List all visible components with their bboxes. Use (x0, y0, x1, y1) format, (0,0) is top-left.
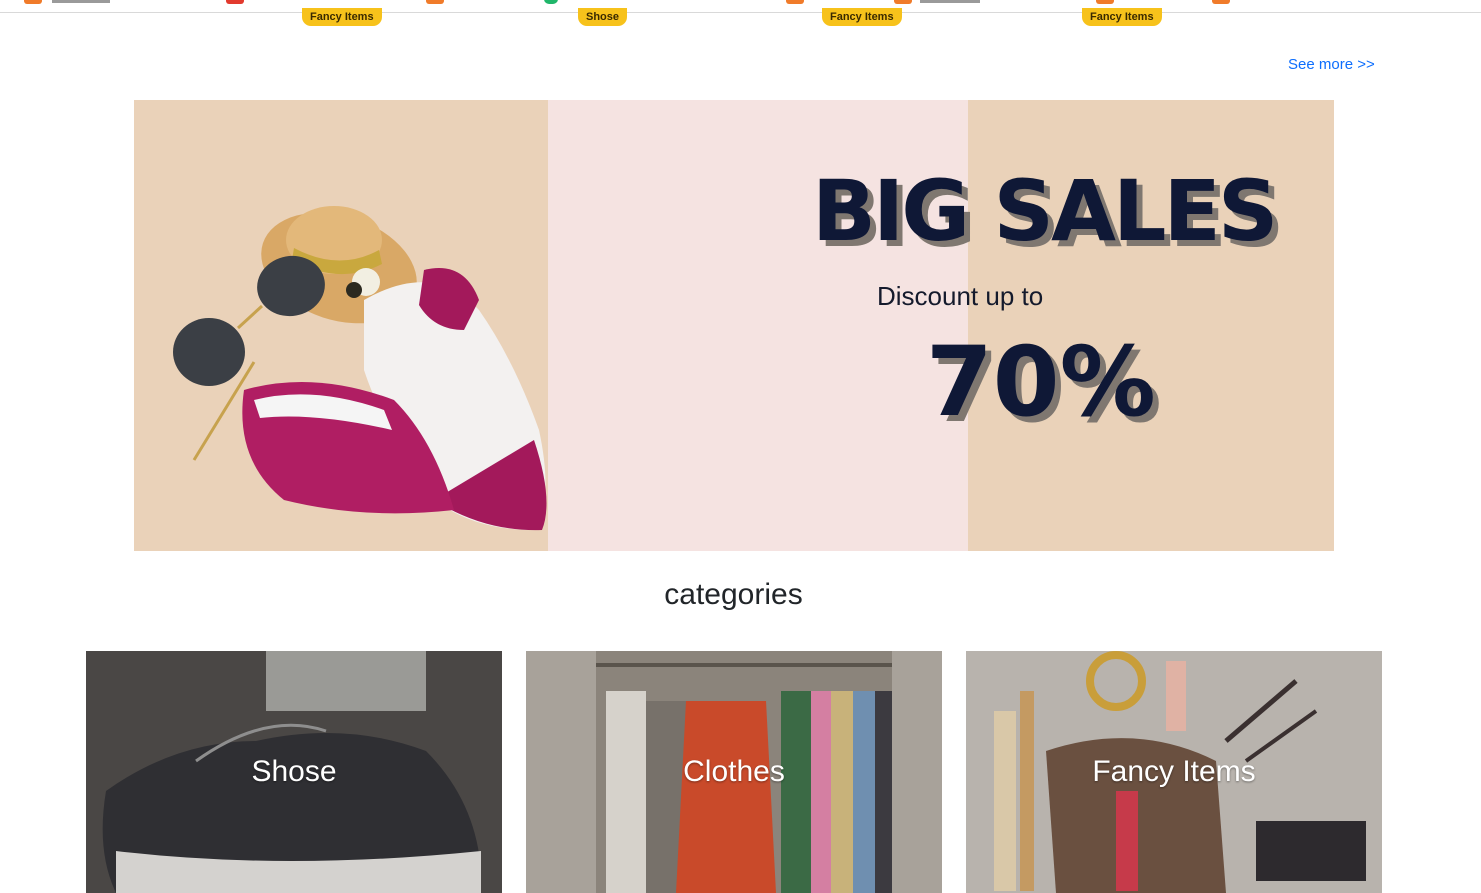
category-label: Clothes (683, 755, 785, 788)
product-category-tag[interactable]: Fancy Items (302, 8, 382, 26)
product-thumb-icon (894, 0, 912, 4)
product-category-tag[interactable]: Shose (578, 8, 628, 26)
categories-heading: categories (664, 578, 803, 611)
product-thumb-icon (426, 0, 444, 4)
category-card-shose[interactable]: Shose (86, 651, 502, 893)
banner-headline: BIG SALES (812, 162, 1278, 260)
category-card-fancy-items[interactable]: Fancy Items (966, 651, 1382, 893)
banner-discount-value: 70% (926, 326, 1156, 438)
product-thumb-icon (24, 0, 42, 4)
strip-text-fragment (920, 0, 980, 3)
category-label: Fancy Items (1092, 755, 1256, 788)
product-category-tag[interactable]: Fancy Items (1082, 8, 1162, 26)
category-label: Shose (251, 755, 337, 788)
product-category-tag[interactable]: Fancy Items (822, 8, 902, 26)
see-more-link[interactable]: See more >> (1288, 56, 1375, 73)
category-card-clothes[interactable]: Clothes (526, 651, 942, 893)
previous-section-strip (0, 0, 1481, 13)
sale-banner[interactable]: BIG SALES Discount up to 70% (134, 100, 1334, 551)
product-thumb-icon (226, 0, 244, 4)
strip-text-fragment (52, 0, 110, 3)
product-thumb-icon (1096, 0, 1114, 4)
banner-subline: Discount up to (877, 281, 1044, 311)
product-thumb-icon (544, 0, 558, 4)
product-thumb-icon (1212, 0, 1230, 4)
product-thumb-icon (786, 0, 804, 4)
